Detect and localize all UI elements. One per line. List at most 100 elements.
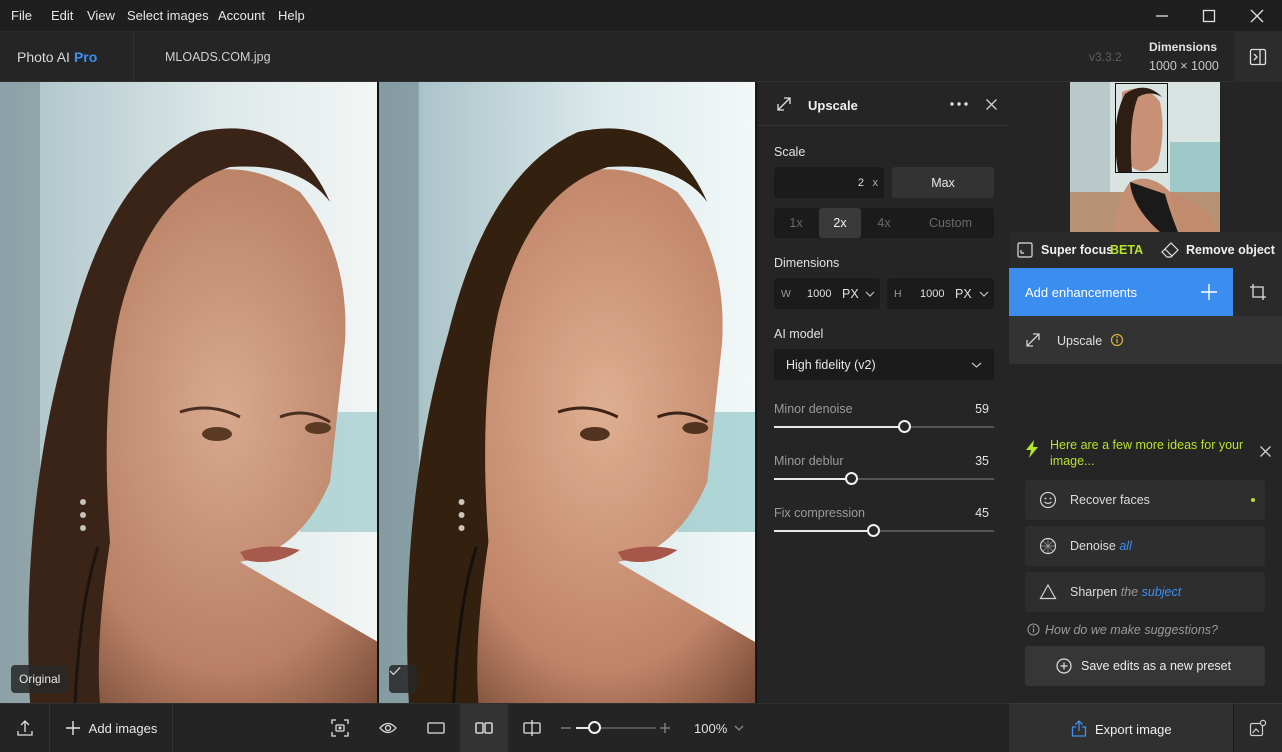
dimensions-label: Dimensions [1149, 40, 1218, 54]
width-input[interactable]: W 1000 PX [774, 278, 880, 309]
close-panel-button[interactable] [986, 99, 997, 110]
plus-icon [65, 721, 80, 735]
scale-preset-group: 1x 2x 4x Custom [774, 208, 994, 238]
scale-input[interactable]: 2 x [774, 167, 884, 198]
menu-help[interactable]: Help [278, 8, 305, 23]
remove-object-label: Remove object [1186, 243, 1275, 257]
height-input[interactable]: H 1000 PX [887, 278, 994, 309]
crop-button[interactable] [1233, 268, 1282, 316]
navigator-thumbnail[interactable] [1070, 82, 1220, 232]
export-settings-button[interactable] [1233, 703, 1282, 752]
scale-value: 2 [857, 177, 864, 189]
zoom-out-button[interactable] [561, 727, 571, 729]
upscale-icon [777, 97, 791, 111]
minus-icon [561, 727, 571, 729]
info-warning-icon[interactable] [1110, 333, 1124, 347]
split-view-button[interactable] [509, 704, 555, 752]
preset-2x[interactable]: 2x [819, 208, 861, 238]
max-scale-button[interactable]: Max [892, 167, 994, 198]
denoise-slider[interactable] [774, 420, 994, 433]
minimize-button[interactable] [1138, 0, 1186, 32]
idea-denoise-scope[interactable]: all [1119, 539, 1132, 553]
enhancement-item-upscale[interactable]: Upscale [1009, 316, 1282, 364]
menu-account[interactable]: Account [218, 8, 265, 23]
width-label: W [781, 288, 791, 300]
chevron-down-icon [971, 362, 982, 368]
maximize-button[interactable] [1185, 0, 1233, 32]
side-by-side-view-button[interactable] [460, 704, 508, 752]
tool-row: Super focus BETA Remove object [1009, 232, 1282, 268]
zoom-dropdown-button[interactable] [734, 725, 744, 731]
menu-view[interactable]: View [87, 8, 115, 23]
zoom-level[interactable]: 100% [694, 721, 727, 736]
zoom-in-button[interactable] [660, 723, 670, 733]
check-icon [389, 667, 401, 676]
menu-edit[interactable]: Edit [51, 8, 73, 23]
save-preset-button[interactable]: Save edits as a new preset [1025, 646, 1265, 686]
compression-slider-thumb[interactable] [867, 524, 880, 537]
upscale-panel: Upscale Scale 2 x Max 1x 2x 4x Custom Di… [756, 82, 1010, 703]
idea-sharpen[interactable]: Sharpen the subject [1025, 572, 1265, 612]
single-view-icon [427, 722, 445, 734]
suggestions-info-link[interactable]: How do we make suggestions? [1027, 622, 1267, 638]
idea-recover-faces[interactable]: Recover faces [1025, 480, 1265, 520]
compression-slider[interactable] [774, 524, 994, 537]
preset-custom[interactable]: Custom [907, 208, 994, 238]
app-version: v3.3.2 [1089, 50, 1122, 64]
idea-denoise[interactable]: Denoise all [1025, 526, 1265, 566]
scale-label: Scale [774, 145, 806, 159]
super-focus-button[interactable]: Super focus BETA [1017, 232, 1157, 268]
zoom-slider[interactable] [576, 721, 656, 734]
upscale-icon [1026, 333, 1040, 347]
viewport-indicator[interactable] [1115, 83, 1168, 173]
chevron-down-icon [865, 291, 875, 297]
toggle-panel-button[interactable] [1234, 32, 1282, 82]
idea-sharpen-scope[interactable]: subject [1142, 585, 1182, 599]
height-value: 1000 [920, 288, 945, 300]
preview-toggle-button[interactable] [365, 704, 411, 752]
eye-icon [379, 722, 397, 734]
preset-1x[interactable]: 1x [774, 208, 818, 238]
compression-slider-label: Fix compression [774, 506, 865, 520]
add-images-button[interactable]: Add images [50, 704, 173, 752]
header-divider [133, 32, 134, 82]
app-name: Photo AI [17, 49, 70, 65]
export-image-button[interactable]: Export image [1009, 703, 1233, 752]
original-image-pane[interactable]: Original [0, 82, 378, 703]
deblur-slider-value: 35 [975, 454, 989, 468]
idea-sharpen-action: Sharpen [1070, 585, 1118, 599]
deblur-slider[interactable] [774, 472, 994, 485]
menu-select-images[interactable]: Select images [127, 8, 209, 23]
idea-sharpen-article: the [1120, 585, 1139, 599]
add-enhancements-label: Add enhancements [1025, 285, 1138, 300]
single-view-button[interactable] [413, 704, 459, 752]
dismiss-ideas-button[interactable] [1260, 446, 1271, 457]
add-enhancements-button[interactable]: Add enhancements [1009, 268, 1233, 316]
compression-slider-fill [774, 530, 873, 532]
deblur-slider-thumb[interactable] [845, 472, 858, 485]
more-options-button[interactable] [950, 96, 970, 112]
denoise-slider-thumb[interactable] [897, 420, 911, 433]
deblur-slider-fill [774, 478, 851, 480]
face-detect-button[interactable] [317, 704, 363, 752]
share-export-icon [1071, 720, 1087, 737]
remove-object-button[interactable]: Remove object [1161, 232, 1281, 268]
dimensions-section-label: Dimensions [774, 256, 840, 270]
preset-4x[interactable]: 4x [862, 208, 906, 238]
processed-image-pane[interactable] [379, 82, 755, 703]
plus-icon [1201, 284, 1217, 300]
upload-button[interactable] [0, 704, 50, 752]
zoom-slider-thumb[interactable] [588, 721, 602, 734]
denoise-slider-fill [774, 426, 904, 428]
focus-frame-icon [1017, 242, 1033, 258]
close-icon [1250, 9, 1264, 23]
menu-file[interactable]: File [11, 8, 32, 23]
new-indicator-dot [1251, 498, 1255, 502]
file-name: MLOADS.COM.jpg [165, 50, 271, 64]
image-export-settings-icon [1249, 719, 1267, 737]
denoise-slider-label: Minor denoise [774, 402, 853, 416]
save-preset-label: Save edits as a new preset [1081, 659, 1232, 673]
bottom-toolbar: Add images 100% [0, 703, 1009, 752]
ai-model-select[interactable]: High fidelity (v2) [774, 349, 994, 380]
close-window-button[interactable] [1233, 0, 1281, 32]
